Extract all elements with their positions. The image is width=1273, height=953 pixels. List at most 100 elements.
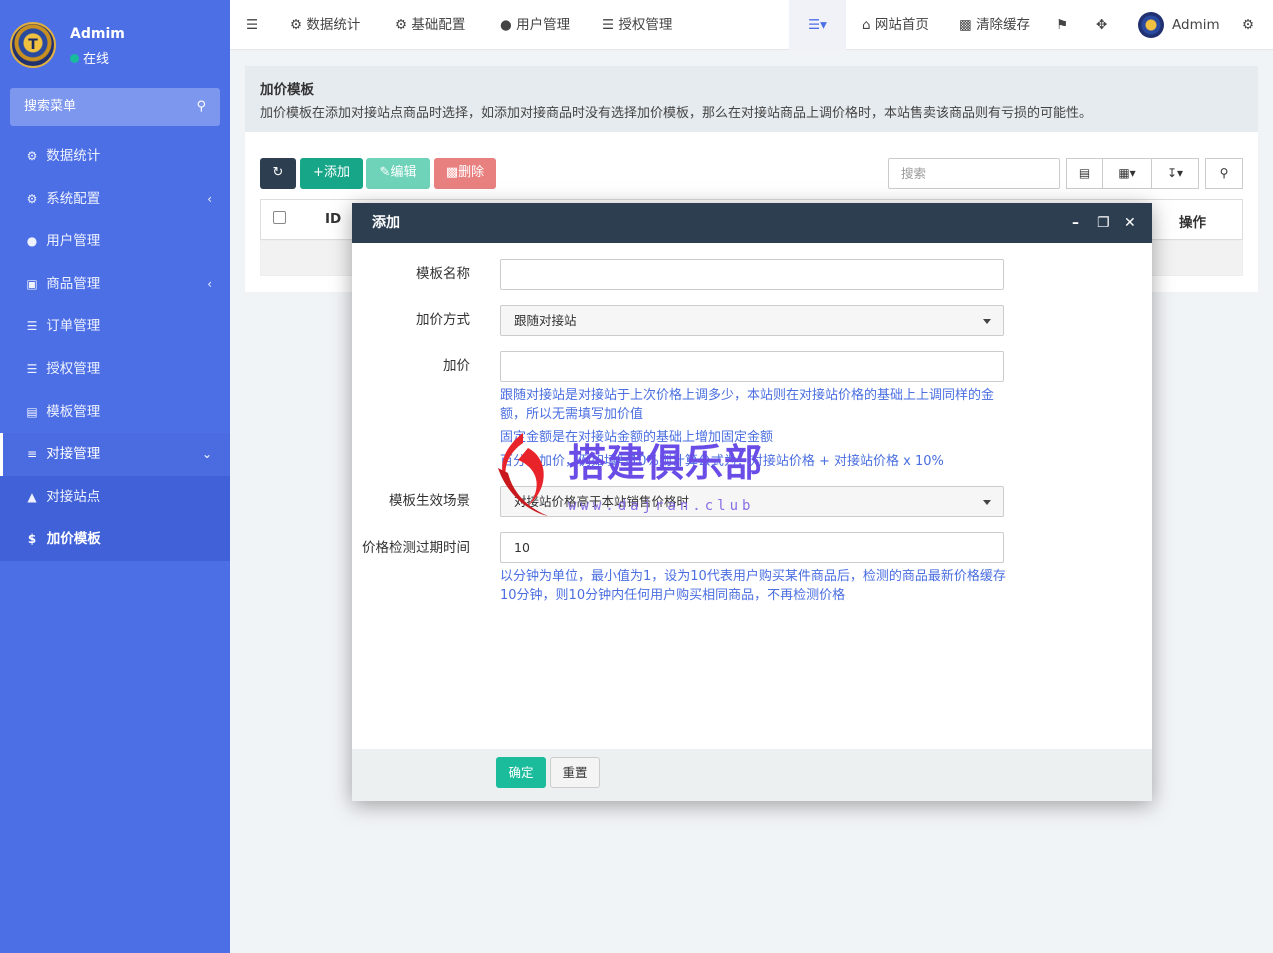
modal-footer: 确定 重置 xyxy=(352,749,1152,801)
method-label: 加价方式 xyxy=(416,312,470,328)
trash-icon: ▩ xyxy=(959,17,972,33)
top-nav-label: 基础配置 xyxy=(411,17,466,33)
top-nav-config[interactable]: ⚙ 基础配置 xyxy=(395,0,465,50)
top-nav-stats[interactable]: ⚙ 数据统计 xyxy=(290,0,360,50)
fullscreen-icon[interactable]: ✥ xyxy=(1096,0,1107,50)
maximize-icon[interactable]: ❐ xyxy=(1097,203,1110,243)
toggle-view-button[interactable]: ▤ xyxy=(1066,158,1103,189)
user-status: 在线 xyxy=(70,48,109,67)
settings-gears-icon[interactable]: ⚙ xyxy=(1242,0,1254,50)
menu-toggle-icon[interactable]: ☰ xyxy=(246,0,258,50)
avatar-text: T xyxy=(28,37,38,53)
edit-button-label: 编辑 xyxy=(390,165,417,180)
sidebar-search[interactable]: 搜索菜单 ⚲ xyxy=(10,88,220,126)
caret-down-icon xyxy=(983,319,991,324)
expire-time-input[interactable]: 10 xyxy=(500,532,1004,563)
sidebar-item-label: 商品管理 xyxy=(46,275,101,292)
top-nav-home[interactable]: ⌂ 网站首页 xyxy=(862,0,929,50)
sidebar-item-label: 对接站点 xyxy=(46,488,101,505)
markup-help-1: 跟随对接站是对接站于上次价格上调多少，本站则在对接站价格的基础上上调同样的金额，… xyxy=(500,388,995,422)
sidebar-item-label: 对接管理 xyxy=(46,446,101,463)
sidebar-item-users[interactable]: ● 用户管理 xyxy=(0,220,230,263)
sidebar-item-templates[interactable]: ▤ 模板管理 xyxy=(0,391,230,434)
refresh-icon: ↻ xyxy=(272,165,284,180)
top-nav-label: 网站首页 xyxy=(874,17,929,33)
sidebar-item-docking-sites[interactable]: ▲ 对接站点 xyxy=(0,476,230,519)
expire-help: 以分钟为单位，最小值为1，设为10代表用户购买某件商品后，检测的商品最新价格缓存… xyxy=(500,569,1006,603)
cart-icon: ▣ xyxy=(26,276,38,291)
confirm-button[interactable]: 确定 xyxy=(496,757,546,788)
gear-icon: ⚙ xyxy=(26,191,38,206)
modal-header: 添加 – ❐ ✕ xyxy=(352,203,1152,243)
language-icon[interactable]: ⚑ xyxy=(1056,0,1068,50)
search-toggle-button[interactable]: ⚲ xyxy=(1205,158,1243,189)
sidebar-item-dashboard[interactable]: ⚙ 数据统计 xyxy=(0,135,230,178)
delete-button[interactable]: ▩删除 xyxy=(434,158,496,189)
user-icon: ● xyxy=(500,17,512,33)
sidebar-item-label: 订单管理 xyxy=(46,318,101,335)
search-icon[interactable]: ⚲ xyxy=(196,88,206,126)
edit-button[interactable]: ✎编辑 xyxy=(366,158,430,189)
top-nav-clear-cache[interactable]: ▩ 清除缓存 xyxy=(959,0,1030,50)
top-nav-label: 授权管理 xyxy=(618,17,673,33)
sliders-icon: ≡ xyxy=(26,447,38,462)
caret-down-icon xyxy=(983,500,991,505)
chevron-left-icon: ‹ xyxy=(207,276,212,291)
markup-value-input[interactable] xyxy=(500,351,1004,382)
column-actions: 操作 xyxy=(1179,215,1206,231)
online-dot-icon xyxy=(70,54,79,63)
gear-icon: ⚙ xyxy=(395,17,408,33)
plus-icon: + xyxy=(313,165,324,180)
sidebar-item-label: 数据统计 xyxy=(46,148,101,164)
markup-method-value: 跟随对接站 xyxy=(514,313,577,328)
select-all-checkbox[interactable] xyxy=(273,211,286,224)
top-user-name: Admim xyxy=(1172,17,1220,33)
add-button[interactable]: +添加 xyxy=(300,158,363,189)
columns-button[interactable]: ▦▾ xyxy=(1102,158,1152,189)
table-search-input[interactable]: 搜索 xyxy=(888,158,1060,189)
minimize-icon[interactable]: – xyxy=(1072,203,1079,243)
dollar-icon: $ xyxy=(27,532,37,547)
top-nav-users[interactable]: ● 用户管理 xyxy=(500,0,570,50)
download-icon: ↧ xyxy=(1166,166,1178,180)
sidebar-item-label: 用户管理 xyxy=(46,233,101,250)
export-button[interactable]: ↧▾ xyxy=(1151,158,1199,189)
reset-button[interactable]: 重置 xyxy=(550,757,600,788)
top-nav-auth[interactable]: ☰ 授权管理 xyxy=(602,0,672,50)
watermark-url: www.dajran.club xyxy=(568,498,755,514)
name-label: 模板名称 xyxy=(416,266,470,282)
table-icon: ▤ xyxy=(1078,166,1091,180)
sidebar-menu: ⚙ 数据统计 ⚙ 系统配置 ‹ ● 用户管理 ▣ 商品管理 ‹ ☰ 订单管理 ☰ 授… xyxy=(0,135,230,561)
sidebar: T Admim 在线 搜索菜单 ⚲ ⚙ 数据统计 ⚙ 系统配置 ‹ ● 用户管理 … xyxy=(0,0,230,953)
refresh-button[interactable]: ↻ xyxy=(260,158,296,189)
dashboard-icon: ⚙ xyxy=(290,17,303,33)
top-nav-label: 清除缓存 xyxy=(976,17,1031,33)
sidebar-submenu: ▲ 对接站点 $ 加价模板 xyxy=(0,475,230,561)
avatar: T xyxy=(10,22,56,68)
expire-label: 价格检测过期时间 xyxy=(362,540,470,556)
caret-down-icon: ▾ xyxy=(1129,166,1136,180)
content-header: 加价模板 加价模板在添加对接站点商品时选择，如添加对接商品时没有选择加价模板，那… xyxy=(245,66,1258,132)
menu-list-dropdown[interactable]: ☰▾ xyxy=(789,0,846,50)
list-icon: ☰ xyxy=(602,17,615,33)
sidebar-item-auth[interactable]: ☰ 授权管理 xyxy=(0,348,230,391)
template-name-input[interactable] xyxy=(500,259,1004,290)
chevron-down-icon: ⌄ xyxy=(201,447,212,462)
sidebar-item-docking[interactable]: ≡ 对接管理 ⌄ xyxy=(0,433,230,476)
sidebar-item-system[interactable]: ⚙ 系统配置 ‹ xyxy=(0,178,230,221)
markup-method-select[interactable]: 跟随对接站 xyxy=(500,305,1004,336)
column-id[interactable]: ID xyxy=(325,211,341,227)
sidebar-item-goods[interactable]: ▣ 商品管理 ‹ xyxy=(0,263,230,306)
sidebar-item-label: 系统配置 xyxy=(46,190,101,207)
sidebar-item-orders[interactable]: ☰ 订单管理 xyxy=(0,305,230,348)
sidebar-item-label: 授权管理 xyxy=(46,360,101,377)
top-user-menu[interactable]: Admim xyxy=(1138,0,1220,50)
template-icon: ▤ xyxy=(26,404,38,419)
page-title: 加价模板 xyxy=(260,82,314,98)
sidebar-item-label: 模板管理 xyxy=(46,403,101,420)
user-panel: T Admim 在线 xyxy=(10,18,220,70)
close-icon[interactable]: ✕ xyxy=(1124,203,1136,243)
list-icon: ☰ xyxy=(808,17,821,33)
add-button-label: 添加 xyxy=(323,165,350,180)
sidebar-item-markup-templates[interactable]: $ 加价模板 xyxy=(0,518,230,561)
